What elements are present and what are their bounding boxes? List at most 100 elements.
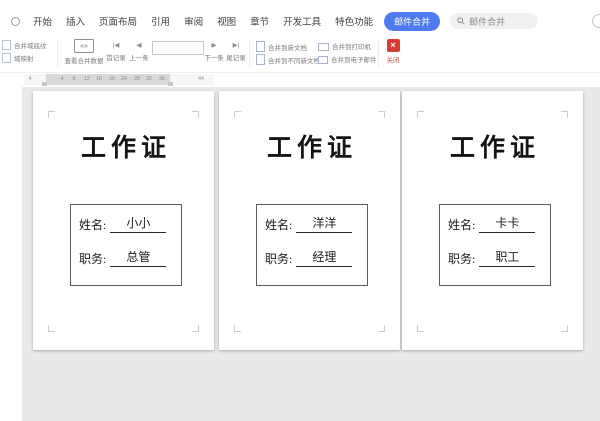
ruler-number: 4	[28, 76, 32, 82]
margin-crop-mark	[561, 111, 568, 118]
margin-crop-mark	[561, 325, 568, 332]
search-text: 邮件合并	[469, 16, 506, 27]
toolbar-separator	[249, 40, 250, 67]
first-record-button[interactable]: |◀ 首记录	[105, 39, 127, 63]
page-title: 工作证	[449, 134, 540, 162]
tab-insert[interactable]: 插入	[61, 12, 90, 30]
ruler-number: 32	[146, 76, 152, 82]
ribbon-search-box[interactable]: 邮件合并	[450, 13, 539, 29]
search-icon	[457, 17, 465, 25]
first-record-icon: |◀	[112, 41, 120, 49]
merge-to-different-documents-button[interactable]: 合并到不同新文档	[256, 54, 320, 65]
margin-crop-mark	[48, 325, 55, 332]
view-merged-data-button[interactable]: «» 查看合并数据	[60, 39, 108, 65]
margin-crop-mark	[234, 111, 241, 118]
merge-field-shading-button[interactable]: 合并域底纹	[2, 40, 47, 50]
different-documents-icon	[256, 54, 265, 65]
merge-to-new-document-label: 合并到新文档	[268, 44, 307, 52]
merge-to-email-button[interactable]: 合并到电子邮件	[318, 54, 377, 64]
position-field: 职务: 经理	[265, 248, 353, 267]
tab-view[interactable]: 视图	[212, 12, 241, 30]
document-canvas: 工作证 姓名: 小小 职务: 总管 工作证 姓名: 洋洋 职务: 经理 工作证 …	[22, 87, 600, 421]
name-field: 姓名: 洋洋	[265, 214, 353, 233]
field-icon	[2, 53, 11, 63]
next-record-button[interactable]: ▶ 下一条	[203, 39, 225, 63]
margin-crop-mark	[192, 111, 199, 118]
margin-crop-mark	[417, 325, 424, 332]
margin-crop-mark	[378, 325, 385, 332]
close-button[interactable]: ×	[386, 39, 400, 52]
ruler-number: 12	[84, 76, 90, 82]
last-record-label: 尾记录	[226, 55, 246, 62]
toolbar-separator	[57, 40, 58, 67]
info-box: 姓名: 卡卡 职务: 职工	[439, 204, 551, 286]
ruler-number: 24	[121, 76, 127, 82]
next-record-label: 下一条	[204, 55, 224, 62]
page-title: 工作证	[266, 134, 357, 162]
toolbar-separator	[378, 40, 379, 67]
margin-crop-mark	[192, 325, 199, 332]
close-merge-group: × 关闭	[382, 39, 404, 64]
tab-page-layout[interactable]: 页面布局	[94, 12, 142, 30]
email-icon	[318, 56, 328, 64]
tab-review[interactable]: 审阅	[179, 12, 208, 30]
ruler-number: 8	[72, 76, 76, 82]
previous-record-icon: ◀	[136, 41, 142, 49]
last-record-icon: ▶|	[232, 41, 240, 49]
tab-section[interactable]: 章节	[245, 12, 274, 30]
name-label: 姓名:	[448, 218, 476, 232]
new-document-icon	[256, 41, 265, 52]
position-value: 总管	[110, 248, 167, 267]
horizontal-ruler[interactable]: 4 4 8 12 16 20 24 28 32 36 44	[24, 74, 214, 86]
window-edge-partial-icon	[592, 14, 600, 28]
ruler-number: 16	[96, 76, 102, 82]
indent-marker[interactable]	[168, 82, 173, 86]
last-record-button[interactable]: ▶| 尾记录	[225, 39, 247, 63]
position-label: 职务:	[265, 252, 293, 266]
view-merged-data-icon: «»	[74, 39, 94, 53]
next-record-icon: ▶	[211, 41, 217, 49]
document-page-3[interactable]: 工作证 姓名: 卡卡 职务: 职工	[402, 91, 583, 350]
document-page-2[interactable]: 工作证 姓名: 洋洋 职务: 经理	[219, 91, 400, 350]
position-field: 职务: 总管	[79, 248, 167, 267]
name-field: 姓名: 卡卡	[448, 214, 536, 233]
document-page-1[interactable]: 工作证 姓名: 小小 职务: 总管	[33, 91, 214, 350]
indent-marker[interactable]	[42, 82, 47, 86]
ribbon-circle-icon[interactable]	[11, 16, 20, 26]
record-number-input[interactable]	[152, 41, 204, 55]
previous-record-button[interactable]: ◀ 上一条	[128, 39, 150, 63]
printer-icon	[318, 43, 329, 51]
ruler-number: 28	[134, 76, 140, 82]
position-value: 经理	[296, 248, 353, 267]
tab-home[interactable]: 开始	[28, 12, 57, 30]
tab-special-features[interactable]: 特色功能	[330, 12, 378, 30]
mail-merge-toolbar: 合并域底纹 域映射 «» 查看合并数据 |◀ 首记录 ◀ 上一条 ▶ 下一条 ▶…	[0, 36, 600, 73]
name-field: 姓名: 小小	[79, 214, 167, 233]
merge-to-printer-label: 合并到打印机	[332, 44, 371, 51]
previous-record-label: 上一条	[129, 55, 149, 62]
tab-developer[interactable]: 开发工具	[278, 12, 326, 30]
tab-references[interactable]: 引用	[146, 12, 175, 30]
ruler-number: 36	[159, 76, 165, 82]
position-value: 职工	[479, 248, 536, 267]
merge-to-different-documents-label: 合并到不同新文档	[268, 57, 320, 65]
info-box: 姓名: 小小 职务: 总管	[70, 204, 182, 286]
menu-bar: 开始 插入 页面布局 引用 审阅 视图 章节 开发工具 特色功能 邮件合并 邮件…	[6, 11, 600, 31]
margin-crop-mark	[378, 111, 385, 118]
ruler-number: 44	[198, 76, 204, 82]
name-label: 姓名:	[79, 218, 107, 232]
name-value: 卡卡	[479, 214, 536, 233]
position-label: 职务:	[448, 252, 476, 266]
name-value: 洋洋	[296, 214, 353, 233]
margin-crop-mark	[234, 325, 241, 332]
view-merged-data-label: 查看合并数据	[64, 58, 104, 65]
info-box: 姓名: 洋洋 职务: 经理	[256, 204, 368, 286]
merge-to-new-document-button[interactable]: 合并到新文档	[256, 41, 307, 52]
tab-mail-merge-active[interactable]: 邮件合并	[384, 11, 441, 31]
merge-to-email-label: 合并到电子邮件	[331, 57, 377, 64]
merge-to-printer-button[interactable]: 合并到打印机	[318, 41, 371, 51]
ruler-number: 4	[60, 76, 64, 82]
field-mapping-label: 域映射	[14, 56, 34, 63]
page-title: 工作证	[80, 134, 171, 162]
field-mapping-button[interactable]: 域映射	[2, 53, 34, 63]
